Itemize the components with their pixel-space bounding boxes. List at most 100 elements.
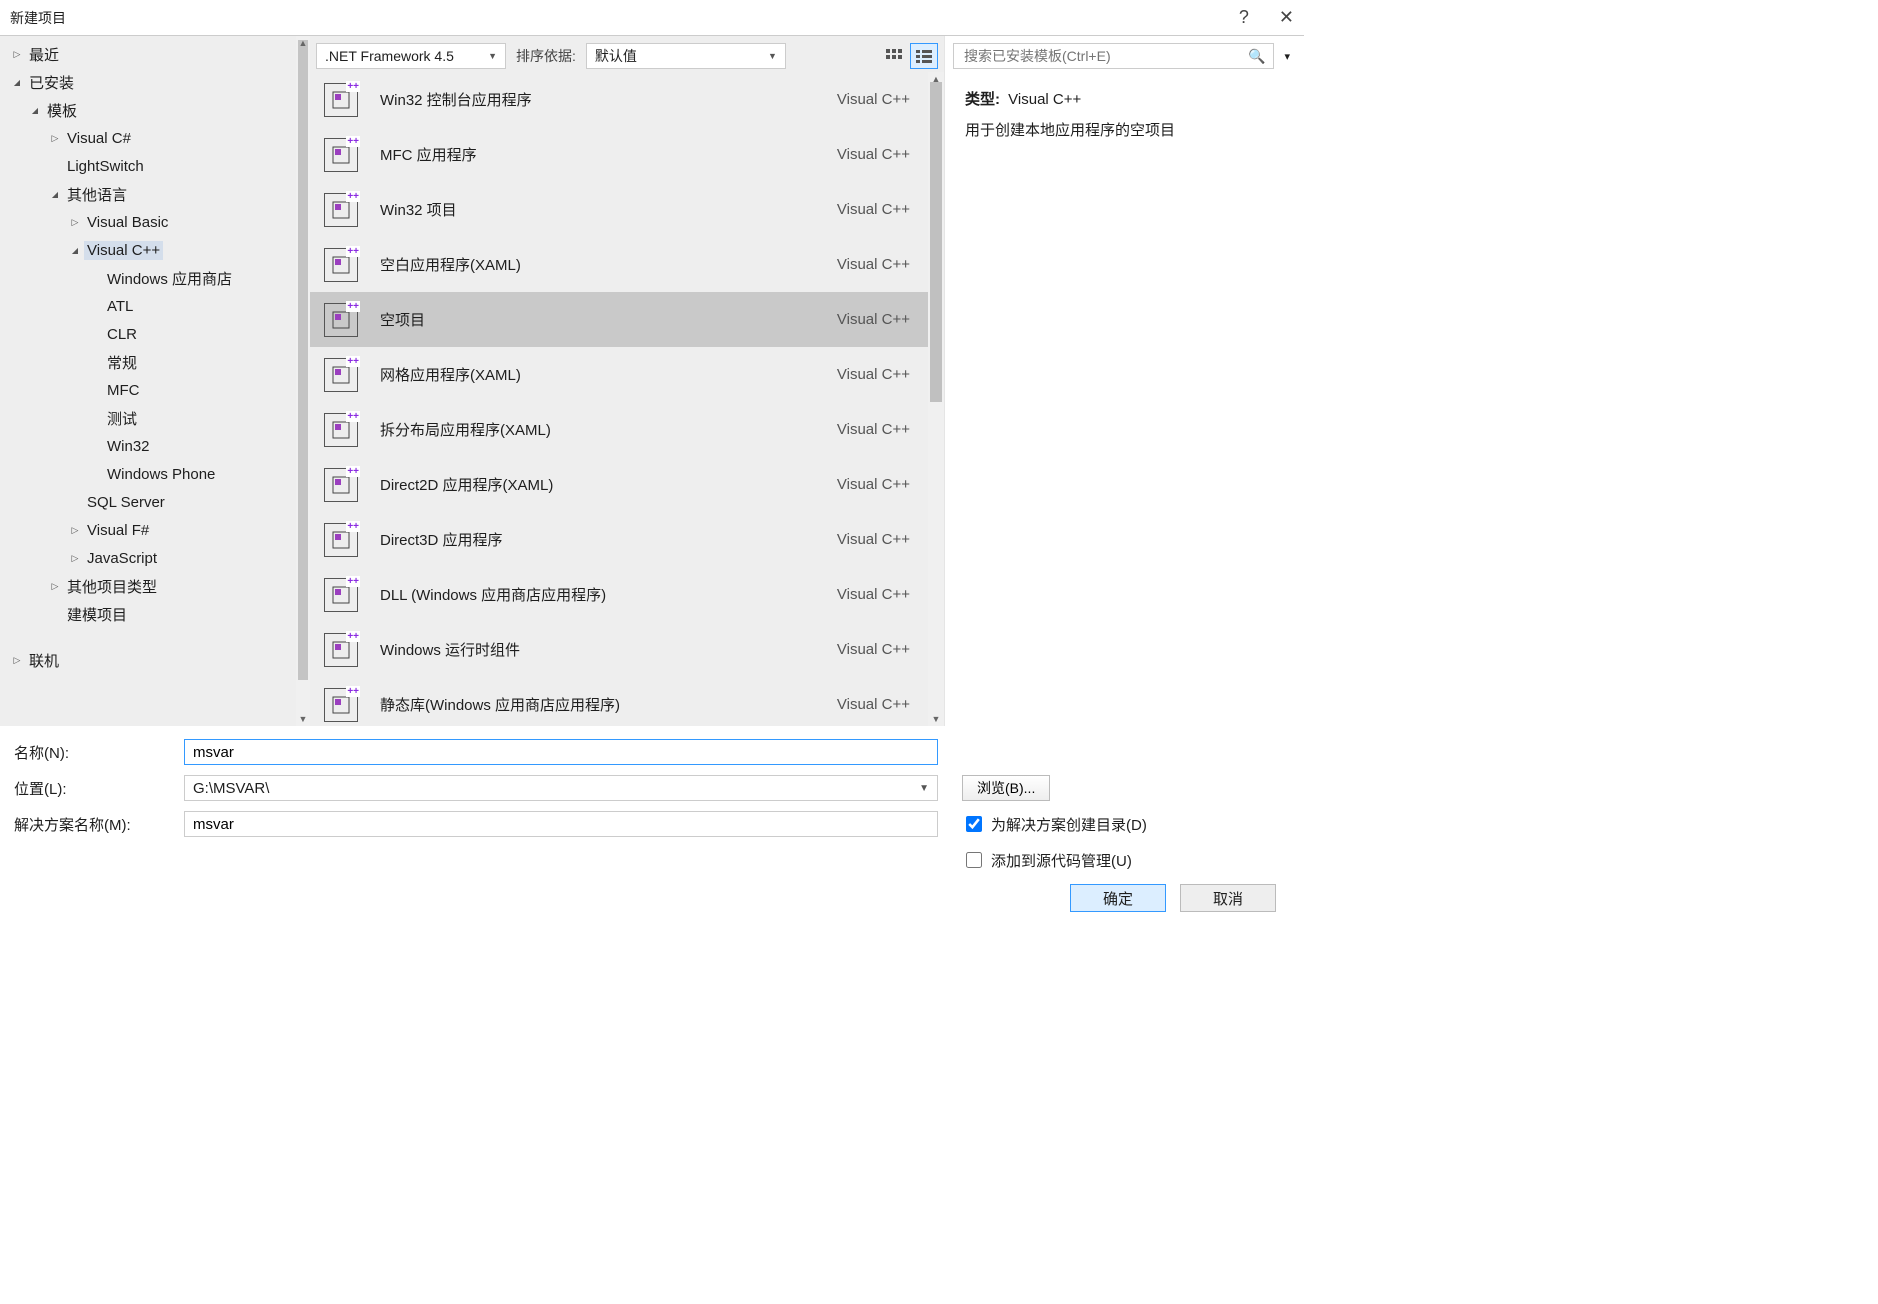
grid-icon (886, 49, 902, 63)
template-row[interactable]: ++MFC 应用程序Visual C++ (310, 127, 928, 182)
tree-item[interactable]: Win32 (0, 432, 310, 460)
template-icon: ++ (324, 248, 358, 282)
solution-name-label: 解决方案名称(M): (14, 814, 180, 835)
template-lang: Visual C++ (837, 696, 914, 713)
scrollbar-thumb[interactable] (930, 82, 942, 402)
template-icon: ++ (324, 633, 358, 667)
tree-item[interactable]: SQL Server (0, 488, 310, 516)
tree-item[interactable]: Visual Basic (0, 208, 310, 236)
sort-label: 排序依据: (516, 46, 576, 66)
tree-item-label: Visual C++ (84, 241, 163, 260)
expand-open-icon[interactable] (10, 77, 24, 88)
tree-item[interactable]: LightSwitch (0, 152, 310, 180)
create-dir-checkbox-input[interactable] (966, 816, 982, 832)
template-lang: Visual C++ (837, 146, 914, 163)
search-input[interactable] (962, 47, 1248, 65)
tree-item[interactable]: Windows 应用商店 (0, 264, 310, 292)
template-row[interactable]: ++空白应用程序(XAML)Visual C++ (310, 237, 928, 292)
expand-open-icon[interactable] (28, 105, 42, 116)
view-list-button[interactable] (910, 43, 938, 69)
add-source-checkbox[interactable]: 添加到源代码管理(U) (962, 849, 1132, 871)
solution-name-field[interactable] (184, 811, 938, 837)
search-options-dropdown[interactable]: ▾ (1278, 43, 1296, 69)
category-tree[interactable]: 最近已安装模板 Visual C# LightSwitch 其他语言 Visual Ba… (0, 36, 310, 726)
tree-item-label: 其他语言 (64, 183, 130, 206)
tree-item[interactable]: 其他语言 (0, 180, 310, 208)
add-source-checkbox-input[interactable] (966, 852, 982, 868)
tree-item[interactable]: 常规 (0, 348, 310, 376)
tree-scroll-down[interactable]: ▼ (296, 712, 310, 726)
ok-button[interactable]: 确定 (1070, 884, 1166, 912)
scroll-down-icon[interactable]: ▼ (928, 712, 944, 726)
template-row[interactable]: ++Win32 控制台应用程序Visual C++ (310, 72, 928, 127)
tree-item[interactable]: Visual C++ (0, 236, 310, 264)
cancel-button[interactable]: 取消 (1180, 884, 1276, 912)
tree-item-label: 已安装 (26, 71, 77, 94)
tree-item[interactable]: 联机 (0, 646, 310, 674)
expand-open-icon[interactable] (48, 189, 62, 200)
template-name: Windows 运行时组件 (380, 639, 837, 660)
expand-closed-icon[interactable] (68, 525, 82, 536)
expand-open-icon[interactable] (68, 245, 82, 256)
tree-item[interactable]: 已安装 (0, 68, 310, 96)
info-panel: 🔍 ▾ 类型: Visual C++ 用于创建本地应用程序的空项目 (944, 36, 1304, 726)
tree-item-label: CLR (104, 325, 140, 344)
create-dir-checkbox[interactable]: 为解决方案创建目录(D) (962, 813, 1147, 835)
tree-item[interactable]: 建模项目 (0, 600, 310, 628)
template-row[interactable]: ++Direct2D 应用程序(XAML)Visual C++ (310, 457, 928, 512)
tree-item[interactable]: MFC (0, 376, 310, 404)
template-row[interactable]: ++Win32 项目Visual C++ (310, 182, 928, 237)
tree-item[interactable]: JavaScript (0, 544, 310, 572)
tree-item-label: Visual C# (64, 129, 134, 148)
framework-combo[interactable]: .NET Framework 4.5 ▼ (316, 43, 506, 69)
sort-combo[interactable]: 默认值 ▼ (586, 43, 786, 69)
name-field[interactable] (184, 739, 938, 765)
expand-closed-icon[interactable] (68, 217, 82, 228)
tree-item[interactable]: Windows Phone (0, 460, 310, 488)
tree-item[interactable]: 其他项目类型 (0, 572, 310, 600)
template-name: 拆分布局应用程序(XAML) (380, 419, 837, 440)
template-name: Direct2D 应用程序(XAML) (380, 474, 837, 495)
chevron-down-icon: ▼ (919, 783, 929, 794)
expand-closed-icon[interactable] (48, 581, 62, 592)
expand-closed-icon[interactable] (68, 553, 82, 564)
tree-item[interactable]: CLR (0, 320, 310, 348)
tree-item[interactable]: 测试 (0, 404, 310, 432)
expand-closed-icon[interactable] (10, 49, 24, 60)
template-row[interactable]: ++空项目Visual C++ (310, 292, 928, 347)
template-name: Win32 项目 (380, 199, 837, 220)
tree-item-label: Visual Basic (84, 213, 171, 232)
template-scrollbar[interactable]: ▲ ▼ (928, 72, 944, 726)
tree-scroll-up[interactable]: ▲ (296, 36, 310, 50)
bottom-form: 名称(N): 位置(L): G:\MSVAR\ ▼ 浏览(B)... 解决方案名… (0, 726, 1304, 922)
tree-item-label: 模板 (44, 99, 80, 122)
search-icon[interactable]: 🔍 (1248, 48, 1265, 65)
view-icons-button[interactable] (880, 43, 908, 69)
template-name: Direct3D 应用程序 (380, 529, 837, 550)
tree-item[interactable]: 模板 (0, 96, 310, 124)
tree-item[interactable]: Visual F# (0, 516, 310, 544)
template-row[interactable]: ++Windows 运行时组件Visual C++ (310, 622, 928, 677)
template-icon: ++ (324, 358, 358, 392)
template-list[interactable]: ++Win32 控制台应用程序Visual C++++MFC 应用程序Visua… (310, 72, 928, 726)
template-name: MFC 应用程序 (380, 144, 837, 165)
template-row[interactable]: ++拆分布局应用程序(XAML)Visual C++ (310, 402, 928, 457)
tree-scrollbar-thumb[interactable] (298, 40, 308, 680)
browse-button[interactable]: 浏览(B)... (962, 775, 1050, 801)
template-row[interactable]: ++Direct3D 应用程序Visual C++ (310, 512, 928, 567)
tree-item[interactable]: 最近 (0, 40, 310, 68)
template-row[interactable]: ++静态库(Windows 应用商店应用程序)Visual C++ (310, 677, 928, 726)
close-button[interactable]: ✕ (1279, 7, 1294, 28)
template-lang: Visual C++ (837, 531, 914, 548)
tree-item[interactable]: Visual C# (0, 124, 310, 152)
expand-closed-icon[interactable] (10, 655, 24, 666)
tree-item[interactable]: ATL (0, 292, 310, 320)
template-row[interactable]: ++网格应用程序(XAML)Visual C++ (310, 347, 928, 402)
search-box[interactable]: 🔍 (953, 43, 1274, 69)
location-combo[interactable]: G:\MSVAR\ ▼ (184, 775, 938, 801)
location-value: G:\MSVAR\ (193, 780, 269, 797)
help-button[interactable]: ? (1239, 7, 1249, 28)
tree-item-label: Visual F# (84, 521, 152, 540)
expand-closed-icon[interactable] (48, 133, 62, 144)
template-row[interactable]: ++DLL (Windows 应用商店应用程序)Visual C++ (310, 567, 928, 622)
